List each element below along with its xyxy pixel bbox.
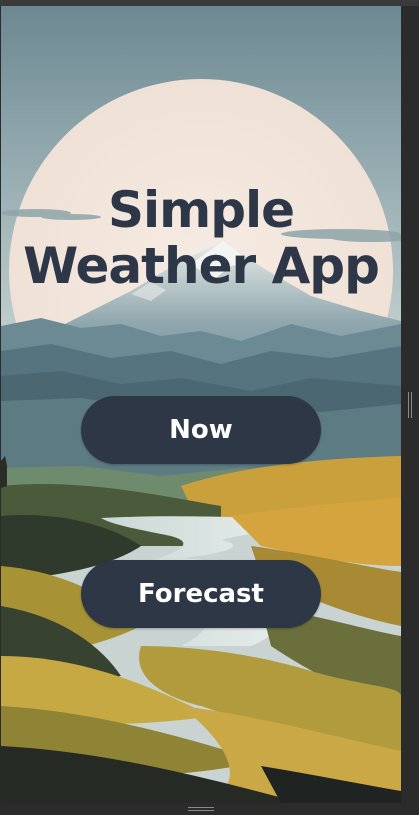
window-frame: Simple Weather App Now Forecast (0, 0, 419, 815)
app-title-line-1: Simple (107, 181, 295, 239)
app-title: Simple Weather App (1, 182, 401, 294)
horizontal-resize-handle[interactable] (188, 807, 214, 811)
forecast-button[interactable]: Forecast (81, 560, 321, 628)
now-button[interactable]: Now (81, 396, 321, 464)
forecast-button-label: Forecast (138, 579, 264, 609)
now-button-label: Now (169, 415, 233, 445)
app-viewport: Simple Weather App Now Forecast (1, 6, 401, 803)
app-title-line-2: Weather App (23, 237, 380, 295)
vertical-resize-handle[interactable] (408, 392, 412, 418)
